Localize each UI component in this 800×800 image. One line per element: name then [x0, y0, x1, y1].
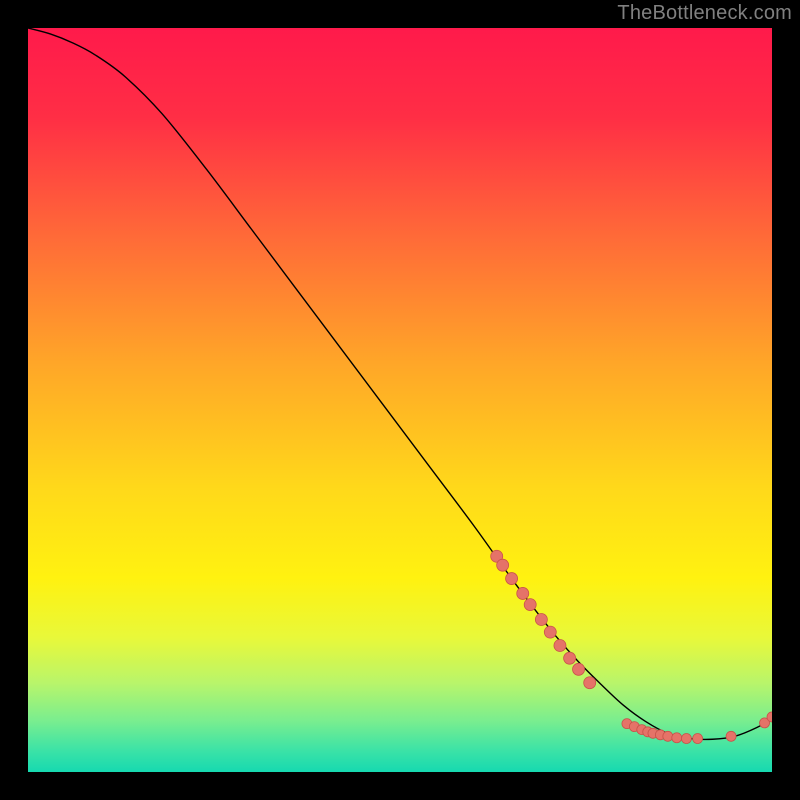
data-marker [726, 731, 736, 741]
data-marker [681, 734, 691, 744]
data-marker [535, 613, 547, 625]
data-marker [584, 677, 596, 689]
chart-plot [28, 28, 772, 772]
data-marker [564, 652, 576, 664]
data-marker [544, 626, 556, 638]
plot-background [28, 28, 772, 772]
watermark-label: TheBottleneck.com [617, 2, 792, 25]
data-marker [517, 587, 529, 599]
data-marker [573, 663, 585, 675]
data-marker [672, 733, 682, 743]
data-marker [524, 599, 536, 611]
data-marker [693, 734, 703, 744]
chart-container: TheBottleneck.com [0, 0, 800, 800]
data-marker [554, 640, 566, 652]
data-marker [506, 573, 518, 585]
data-marker [663, 731, 673, 741]
data-marker [497, 559, 509, 571]
